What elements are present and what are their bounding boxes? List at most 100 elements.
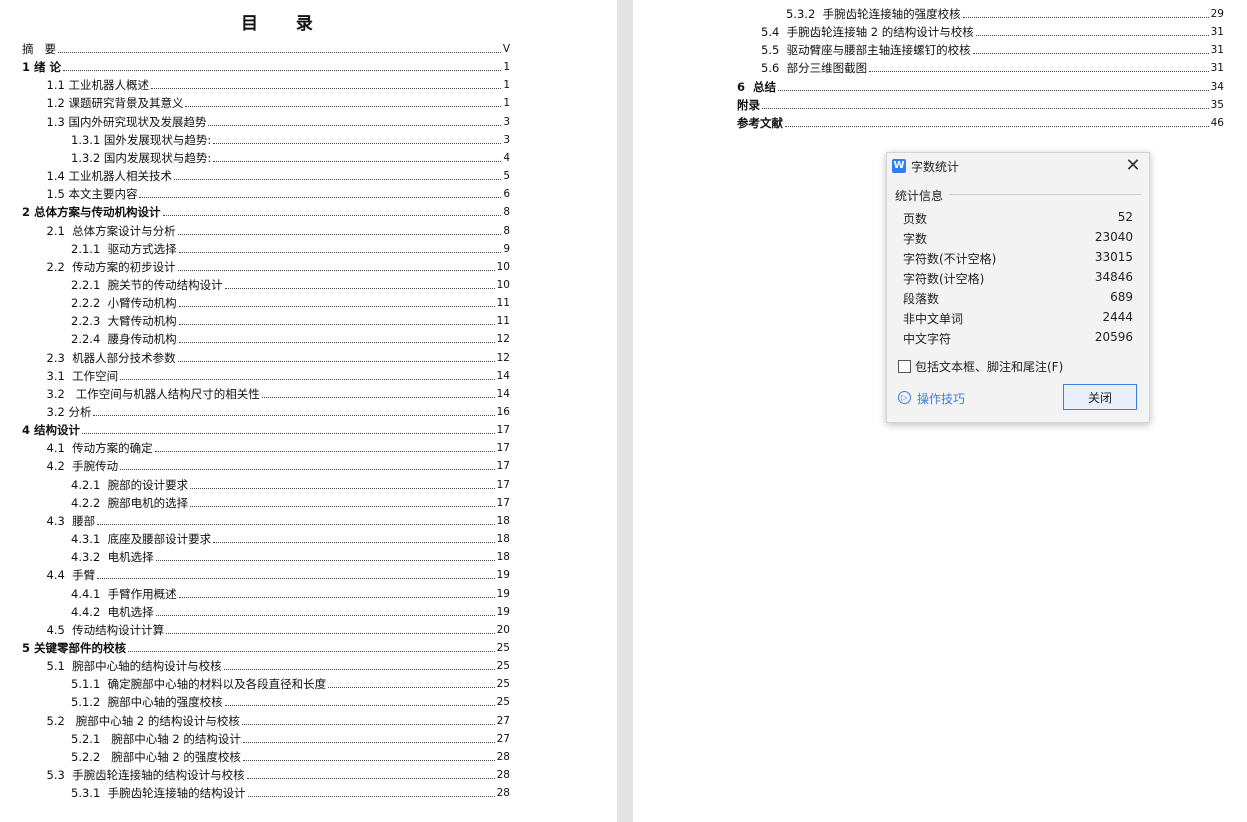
toc-leader-dots xyxy=(155,560,495,562)
toc-entry[interactable]: 3.1 工作空间 14 xyxy=(47,365,511,383)
toc-entry[interactable]: 4.2.1 腕部的设计要求 17 xyxy=(71,474,510,492)
toc-entry[interactable]: 1.5 本文主要内容 6 xyxy=(47,183,511,201)
toc-entry[interactable]: 2 总体方案与传动机构设计 8 xyxy=(22,201,510,219)
toc-entry[interactable]: 5.3.1 手腕齿轮连接轴的结构设计 28 xyxy=(71,782,510,800)
toc-entry[interactable]: 1.3.1 国外发展现状与趋势: 3 xyxy=(71,129,510,147)
toc-entry[interactable]: 2.2.4 腰身传动机构 12 xyxy=(71,328,510,346)
toc-entry-page: 14 xyxy=(496,387,510,400)
toc-leader-dots xyxy=(185,106,502,108)
toc-entry[interactable]: 2.2.3 大臂传动机构 11 xyxy=(71,310,510,328)
stat-label: 字符数(不计空格) xyxy=(903,252,997,266)
toc-entry[interactable]: 2.2.2 小臂传动机构 11 xyxy=(71,292,510,310)
stat-row: 页数 52 xyxy=(903,210,1133,228)
stat-row: 段落数 689 xyxy=(903,290,1133,308)
toc-entry[interactable]: 1.2 课题研究背景及其意义 1 xyxy=(47,92,511,110)
toc-entry[interactable]: 4.4.1 手臂作用概述 19 xyxy=(71,583,510,601)
toc-entry[interactable]: 1.3 国内外研究现状及发展趋势 3 xyxy=(47,111,511,129)
toc-entry[interactable]: 5.4 手腕齿轮连接轴 2 的结构设计与校核 31 xyxy=(761,21,1224,39)
toc-entry[interactable]: 5.6 部分三维图截图 31 xyxy=(761,57,1224,75)
toc-entry[interactable]: 4.2.2 腕部电机的选择 17 xyxy=(71,492,510,510)
toc-entry-page: 27 xyxy=(496,732,510,745)
dialog-titlebar[interactable]: W 字数统计 ✕ xyxy=(887,153,1149,179)
toc-entry-page: 3 xyxy=(503,115,510,128)
toc-entry-label: 4.4 手臂 xyxy=(46,568,96,583)
toc-entry-page: 17 xyxy=(496,442,510,455)
toc-leader-dots xyxy=(178,251,502,253)
toc-entry-page: 16 xyxy=(496,406,510,418)
toc-entry-label: 5.4 手腕齿轮连接轴 2 的结构设计与校核 xyxy=(761,25,974,40)
toc-entry[interactable]: 1.4 工业机器人相关技术 5 xyxy=(47,165,511,183)
toc-entry[interactable]: 3.2 分析 16 xyxy=(47,401,511,419)
toc-entry[interactable]: 4.1 传动方案的确定 17 xyxy=(47,437,511,455)
toc-entry-label: 摘 要 xyxy=(22,42,56,56)
toc-leader-dots xyxy=(328,687,495,689)
toc-entry[interactable]: 1.1 工业机器人概述 1 xyxy=(47,74,511,92)
toc-entry-page: 28 xyxy=(496,769,510,781)
toc-leader-dots xyxy=(785,125,1209,127)
toc-entry[interactable]: 5.5 驱动臂座与腰部主轴连接螺钉的校核 31 xyxy=(761,39,1224,57)
toc-entry[interactable]: 5.1 腕部中心轴的结构设计与校核 25 xyxy=(47,655,511,673)
toc-leader-dots xyxy=(261,396,495,398)
toc-leader-dots xyxy=(972,53,1209,55)
close-icon[interactable]: ✕ xyxy=(1123,156,1143,176)
toc-leader-dots xyxy=(246,778,495,779)
toc-entry[interactable]: 4.3.2 电机选择 18 xyxy=(71,546,510,564)
toc-entry[interactable]: 2.2 传动方案的初步设计 10 xyxy=(47,256,511,274)
include-footnotes-label[interactable]: 包括文本框、脚注和尾注(F) xyxy=(915,358,1063,375)
toc-entry[interactable]: 4 结构设计 17 xyxy=(22,419,510,437)
toc-entry[interactable]: 4.3 腰部 18 xyxy=(47,510,511,528)
toc-entry[interactable]: 5.2 腕部中心轴 2 的结构设计与校核 27 xyxy=(47,710,511,728)
toc-entry[interactable]: 摘 要V xyxy=(22,38,510,56)
toc-entry[interactable]: 5.1.2 腕部中心轴的强度校核 25 xyxy=(71,691,510,709)
toc-entry[interactable]: 3.2 工作空间与机器人结构尺寸的相关性 14 xyxy=(47,383,511,401)
toc-entry[interactable]: 2.1.1 驱动方式选择 9 xyxy=(71,238,510,256)
document-page-left: 目 录 摘 要V1 绪 论 1 1.1 工业机器人概述 1 1.2 课题研究背景及其意义… xyxy=(0,0,620,822)
toc-entry[interactable]: 4.4.2 电机选择 19 xyxy=(71,601,510,619)
toc-entry-label: 4.4.2 电机选择 xyxy=(71,604,154,619)
toc-entry[interactable]: 4.2 手腕传动 17 xyxy=(47,455,511,473)
toc-entry-label: 3.1 工作空间 xyxy=(46,368,119,383)
tips-link[interactable]: 操作技巧 xyxy=(917,390,965,407)
toc-entry[interactable]: 4.4 手臂 19 xyxy=(47,564,511,582)
stat-value: 34846 xyxy=(1094,270,1133,284)
toc-entry[interactable]: 2.3 机器人部分技术参数 12 xyxy=(47,347,511,365)
toc-entry[interactable]: 5.2.2 腕部中心轴 2 的强度校核 28 xyxy=(71,746,510,764)
toc-entry[interactable]: 2.1 总体方案设计与分析 8 xyxy=(47,220,511,238)
toc-entry-label: 5.3.2 手腕齿轮连接轴的强度校核 xyxy=(786,7,961,21)
toc-entry[interactable]: 1.3.2 国内发展现状与趋势: 4 xyxy=(71,147,510,165)
toc-entry-page: 10 xyxy=(496,260,510,273)
toc-entry[interactable]: 5.3.2 手腕齿轮连接轴的强度校核 29 xyxy=(786,3,1224,21)
toc-leader-dots xyxy=(178,342,495,344)
toc-entry-page: 1 xyxy=(503,79,510,92)
toc-entry[interactable]: 5 关键零部件的校核 25 xyxy=(22,637,510,655)
toc-entry-page: 31 xyxy=(1210,26,1224,39)
page-gutter xyxy=(617,0,633,822)
toc-entry[interactable]: 4.5 传动结构设计计算 20 xyxy=(47,619,511,637)
toc-entry-label: 2.1.1 驱动方式选择 xyxy=(71,241,177,256)
toc-entry[interactable]: 5.3 手腕齿轮连接轴的结构设计与校核 28 xyxy=(47,764,511,782)
toc-entry-page: 28 xyxy=(496,787,510,800)
toc-entry[interactable]: 5.1.1 确定腕部中心轴的材料以及各段直径和长度 25 xyxy=(71,673,510,691)
toc-entry-page: 6 xyxy=(503,188,510,201)
toc-entry[interactable]: 1 绪 论 1 xyxy=(22,56,510,74)
toc-entry[interactable]: 6 总结 34 xyxy=(737,76,1224,94)
toc-leader-dots xyxy=(97,578,495,580)
toc-entry[interactable]: 2.2.1 腕关节的传动结构设计 10 xyxy=(71,274,510,292)
toc-entry-label: 5.1.1 确定腕部中心轴的材料以及各段直径和长度 xyxy=(71,677,327,692)
toc-leader-dots xyxy=(869,71,1209,73)
close-button[interactable]: 关闭 xyxy=(1063,384,1137,410)
play-circle-icon[interactable]: ▷ xyxy=(898,391,911,404)
toc-entry-label: 5.2.1 腕部中心轴 2 的结构设计 xyxy=(71,731,241,746)
stat-value: 20596 xyxy=(1094,330,1133,344)
toc-entry-page: 12 xyxy=(496,333,510,346)
toc-entry-label: 5.6 部分三维图截图 xyxy=(761,61,868,76)
toc-entry[interactable]: 参考文献 46 xyxy=(737,112,1224,130)
toc-entry[interactable]: 5.2.1 腕部中心轴 2 的结构设计 27 xyxy=(71,728,510,746)
toc-entry-label: 4.3 腰部 xyxy=(46,513,96,528)
include-footnotes-checkbox[interactable] xyxy=(898,360,911,373)
toc-leader-dots xyxy=(120,469,495,471)
toc-entry[interactable]: 附录 35 xyxy=(737,94,1224,112)
toc-entry-page: 1 xyxy=(503,61,510,74)
toc-entry[interactable]: 4.3.1 底座及腰部设计要求 18 xyxy=(71,528,510,546)
toc-leader-dots xyxy=(242,741,495,743)
